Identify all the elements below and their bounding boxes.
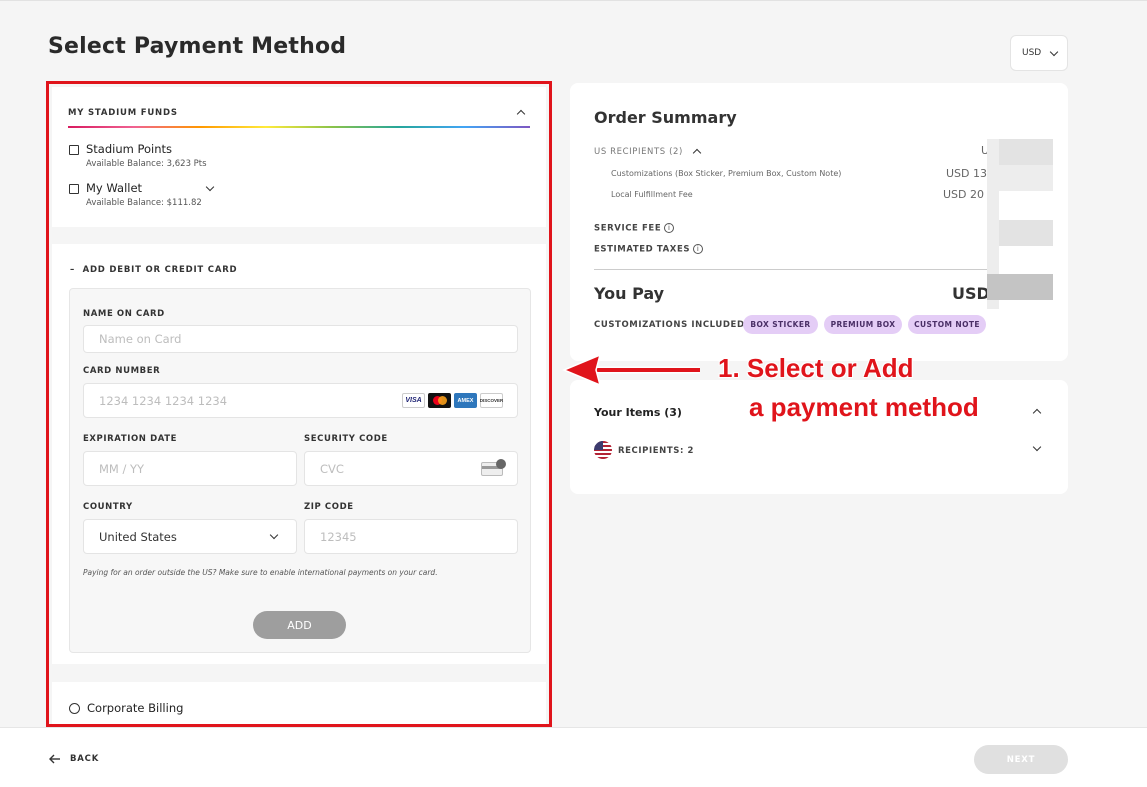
name-on-card-label: NAME ON CARD <box>83 309 165 319</box>
stadium-funds-card: MY STADIUM FUNDS Stadium Points Availabl… <box>52 87 546 227</box>
estimated-taxes-row: ESTIMATED TAXES i <box>594 244 704 255</box>
add-card-toggle[interactable]: – ADD DEBIT OR CREDIT CARD <box>70 265 237 275</box>
arrow-left-icon <box>49 754 60 764</box>
stadium-points-balance: Available Balance: 3,623 Pts <box>86 159 207 169</box>
recipients-count: RECIPIENTS: 2 <box>618 446 695 456</box>
visa-icon: VISA <box>402 393 425 408</box>
annotation-line-2: a payment method <box>749 392 979 422</box>
chevron-down-icon[interactable] <box>1032 442 1042 452</box>
info-icon[interactable]: i <box>693 244 704 254</box>
corporate-billing-label: Corporate Billing <box>87 701 184 715</box>
next-button[interactable]: NEXT <box>974 745 1068 774</box>
page-title: Select Payment Method <box>48 34 347 59</box>
zip-code-placeholder: 12345 <box>320 529 357 544</box>
security-code-input[interactable]: CVC <box>304 451 518 486</box>
redacted-block <box>999 165 1053 191</box>
annotation-arrow <box>562 353 700 387</box>
my-wallet-balance: Available Balance: $111.82 <box>86 198 202 208</box>
service-fee-label: SERVICE FEE <box>594 223 662 234</box>
back-button[interactable]: BACK <box>49 754 99 764</box>
chevron-down-icon <box>1049 47 1059 56</box>
discover-icon: DISCOVER <box>480 393 503 408</box>
fulfillment-fee-line: Local Fulfillment Fee <box>611 190 693 199</box>
international-payment-note: Paying for an order outside the US? Make… <box>83 568 438 577</box>
estimated-taxes-label: ESTIMATED TAXES <box>594 244 691 255</box>
rainbow-divider <box>68 126 530 128</box>
order-summary-card: Order Summary US RECIPIENTS (2) U Custom… <box>570 83 1068 361</box>
card-brands: VISA AMEX DISCOVER <box>402 393 503 408</box>
redacted-block <box>987 274 1053 300</box>
stadium-points-checkbox[interactable] <box>69 145 79 155</box>
add-card-title: ADD DEBIT OR CREDIT CARD <box>82 265 238 275</box>
summary-divider <box>594 269 998 270</box>
security-code-placeholder: CVC <box>320 461 344 476</box>
order-summary-title: Order Summary <box>594 108 737 127</box>
add-card-section: – ADD DEBIT OR CREDIT CARD NAME ON CARD … <box>52 244 546 664</box>
expiry-input[interactable]: MM / YY <box>83 451 297 486</box>
add-card-button[interactable]: ADD <box>253 611 346 639</box>
currency-value: USD <box>1022 48 1042 58</box>
name-on-card-input[interactable]: Name on Card <box>83 325 518 353</box>
card-number-placeholder: 1234 1234 1234 1234 <box>99 393 228 408</box>
you-pay-amount: USD <box>952 284 990 303</box>
tag-box-sticker: BOX STICKER <box>743 315 818 334</box>
country-label: COUNTRY <box>83 502 133 512</box>
mastercard-icon <box>428 393 451 408</box>
us-recipients-label: US RECIPIENTS (2) <box>594 147 683 157</box>
fulfillment-fee-amount: USD 20 <box>943 188 984 201</box>
back-label: BACK <box>70 754 100 764</box>
expiry-placeholder: MM / YY <box>99 461 145 476</box>
name-on-card-placeholder: Name on Card <box>99 332 182 346</box>
your-items-title: Your Items (3) <box>594 406 682 419</box>
customizations-amount: USD 13 <box>946 167 987 180</box>
chevron-up-icon[interactable] <box>1032 408 1042 418</box>
us-recipients-toggle[interactable]: US RECIPIENTS (2) <box>594 147 702 158</box>
funds-title: MY STADIUM FUNDS <box>68 108 178 118</box>
payment-methods-panel: MY STADIUM FUNDS Stadium Points Availabl… <box>46 81 552 727</box>
my-wallet-label: My Wallet <box>86 181 143 195</box>
zip-code-input[interactable]: 12345 <box>304 519 518 554</box>
you-pay-label: You Pay <box>594 284 665 303</box>
security-code-label: SECURITY CODE <box>304 434 388 444</box>
top-divider <box>0 0 1147 1</box>
card-number-input[interactable]: 1234 1234 1234 1234 VISA AMEX DISCOVER <box>83 383 518 418</box>
corporate-billing-option[interactable]: Corporate Billing <box>52 682 546 724</box>
tag-custom-note: CUSTOM NOTE <box>908 315 986 334</box>
expiry-label: EXPIRATION DATE <box>83 434 178 444</box>
card-number-label: CARD NUMBER <box>83 366 161 376</box>
footer-bar: BACK NEXT <box>0 727 1147 787</box>
chevron-up-icon[interactable] <box>516 109 526 119</box>
redacted-block <box>999 139 1053 165</box>
card-form: NAME ON CARD Name on Card CARD NUMBER 12… <box>69 288 531 653</box>
us-flag-icon <box>594 441 612 459</box>
amex-icon: AMEX <box>454 393 477 408</box>
chevron-down-icon <box>269 530 279 540</box>
country-value: United States <box>99 529 177 544</box>
customizations-included-label: CUSTOMIZATIONS INCLUDED: <box>594 320 749 330</box>
my-wallet-checkbox[interactable] <box>69 184 79 194</box>
country-select[interactable]: United States <box>83 519 297 554</box>
info-icon[interactable]: i <box>664 223 675 233</box>
tag-premium-box: PREMIUM BOX <box>824 315 902 334</box>
customizations-line: Customizations (Box Sticker, Premium Box… <box>611 169 842 178</box>
annotation-line-1: 1. Select or Add <box>718 353 914 383</box>
stadium-points-label: Stadium Points <box>86 142 173 156</box>
card-cvc-icon <box>481 459 506 476</box>
redacted-block <box>999 220 1053 246</box>
corporate-billing-radio[interactable] <box>69 703 80 714</box>
zip-code-label: ZIP CODE <box>304 502 354 512</box>
service-fee-row: SERVICE FEE i <box>594 223 675 234</box>
chevron-down-icon[interactable] <box>205 182 215 192</box>
currency-select[interactable]: USD <box>1010 35 1068 71</box>
chevron-up-icon <box>693 148 702 158</box>
